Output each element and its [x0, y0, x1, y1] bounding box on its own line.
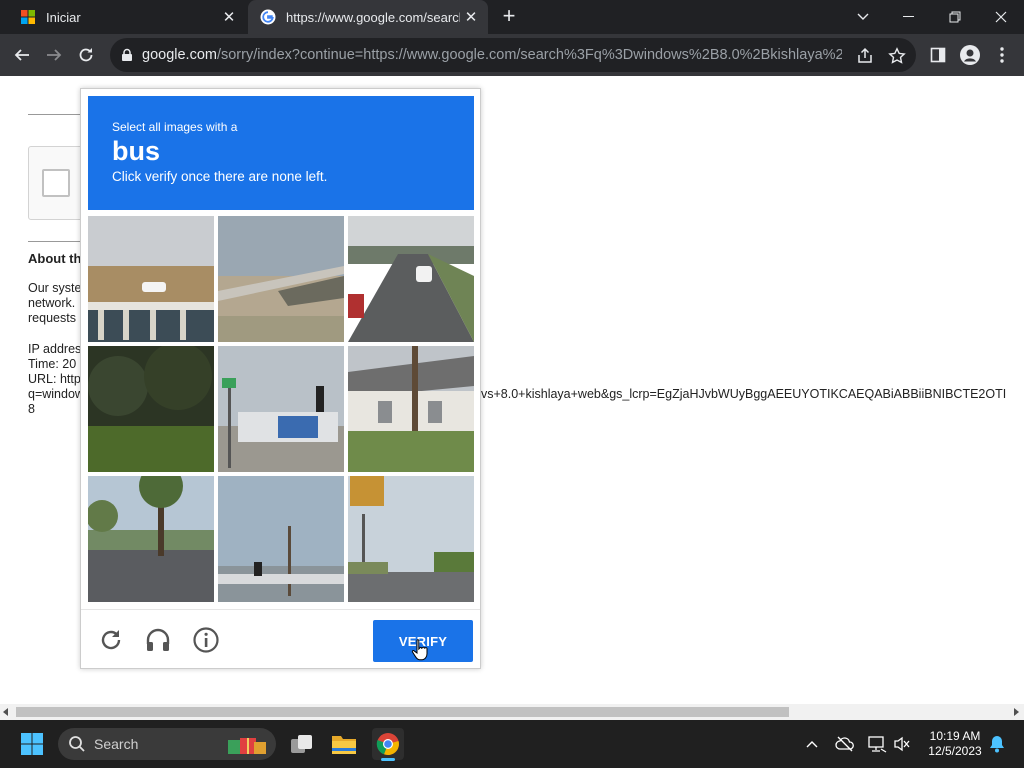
search-label: Search	[94, 736, 139, 752]
minimize-icon[interactable]	[886, 0, 932, 34]
recaptcha-widget[interactable]	[28, 146, 88, 220]
audio-headphones-icon[interactable]	[144, 626, 172, 654]
scroll-right-icon[interactable]	[1014, 708, 1019, 716]
task-view-icon[interactable]	[286, 728, 318, 760]
windows-icon	[21, 10, 35, 24]
system-clock[interactable]: 10:19 AM 12/5/2023	[918, 729, 992, 759]
tab-title: https://www.google.com/search	[286, 9, 460, 25]
image-tile-4[interactable]	[88, 346, 214, 472]
clock-time: 10:19 AM	[929, 729, 981, 743]
challenge-target: bus	[112, 136, 161, 166]
lock-icon[interactable]	[120, 48, 134, 62]
start-windows-icon[interactable]	[16, 728, 48, 760]
gift-icon	[228, 738, 266, 754]
image-tile-3[interactable]	[348, 216, 474, 342]
side-panel-icon[interactable]	[924, 41, 952, 69]
active-app-indicator	[381, 758, 395, 761]
challenge-footer: VERIFY	[81, 609, 480, 669]
volume-muted-icon[interactable]	[890, 728, 914, 760]
image-tile-9[interactable]	[348, 476, 474, 602]
restore-icon[interactable]	[932, 0, 978, 34]
url-text[interactable]: google.com/sorry/index?continue=https://…	[142, 47, 842, 63]
back-icon[interactable]	[8, 41, 36, 69]
windows-taskbar: Search 10:19 AM 12/5/2023	[0, 720, 1024, 768]
tab-google-search[interactable]: https://www.google.com/search ✕	[248, 0, 488, 34]
file-explorer-icon[interactable]	[328, 728, 360, 760]
close-window-icon[interactable]	[978, 0, 1024, 34]
network-icon[interactable]	[864, 728, 890, 760]
chrome-taskbar-icon[interactable]	[372, 728, 404, 761]
search-icon	[69, 736, 85, 752]
forward-icon[interactable]	[40, 41, 68, 69]
url-overflow-text: vs+8.0+kishlaya+web&gs_lcrp=EgZjaHJvbWUy…	[481, 387, 1007, 401]
image-tile-5[interactable]	[218, 346, 344, 472]
profile-icon[interactable]	[956, 41, 984, 69]
divider	[28, 114, 88, 115]
menu-kebab-icon[interactable]	[988, 41, 1016, 69]
recaptcha-challenge: Select all images with a bus Click verif…	[80, 88, 481, 669]
divider	[28, 241, 88, 242]
tab-search-icon[interactable]	[840, 0, 886, 34]
share-icon[interactable]	[856, 47, 874, 65]
bookmark-star-icon[interactable]	[888, 47, 906, 65]
tab-close-icon[interactable]: ✕	[218, 8, 240, 26]
onedrive-offline-icon[interactable]	[832, 728, 858, 760]
browser-toolbar: google.com/sorry/index?continue=https://…	[0, 34, 1024, 76]
paragraph-line: Our syste	[28, 281, 82, 295]
challenge-hint: Click verify once there are none left.	[112, 169, 328, 184]
recaptcha-checkbox[interactable]	[42, 169, 70, 197]
challenge-instruction: Select all images with a	[112, 120, 238, 134]
paragraph-line: requests	[28, 311, 76, 325]
about-heading: About th	[28, 251, 82, 266]
notification-bell-icon[interactable]	[986, 728, 1008, 760]
image-tile-7[interactable]	[88, 476, 214, 602]
chevron-up-icon[interactable]	[800, 728, 824, 760]
url-line: 8	[28, 402, 35, 416]
time-line: Time: 20	[28, 357, 77, 371]
info-icon[interactable]	[192, 626, 220, 654]
taskbar-search[interactable]: Search	[58, 728, 276, 760]
image-tile-2[interactable]	[218, 216, 344, 342]
scroll-left-icon[interactable]	[3, 708, 8, 716]
image-tile-6[interactable]	[348, 346, 474, 472]
paragraph-line: network.	[28, 296, 76, 310]
address-bar[interactable]: google.com/sorry/index?continue=https://…	[110, 38, 916, 72]
tab-close-icon[interactable]: ✕	[460, 8, 482, 26]
reload-icon[interactable]	[97, 626, 125, 654]
image-tile-8[interactable]	[218, 476, 344, 602]
image-tile-1[interactable]	[88, 216, 214, 342]
horizontal-scrollbar[interactable]	[0, 704, 1024, 720]
challenge-header: Select all images with a bus Click verif…	[88, 96, 474, 210]
tab-iniciar[interactable]: Iniciar ✕	[8, 0, 246, 34]
url-line: URL: http	[28, 372, 81, 386]
reload-page-icon[interactable]	[72, 41, 100, 69]
google-icon	[260, 9, 276, 25]
clock-date: 12/5/2023	[928, 744, 982, 758]
hand-cursor-icon	[411, 639, 428, 661]
tab-title: Iniciar	[46, 9, 81, 25]
new-tab-icon[interactable]: +	[498, 5, 520, 29]
browser-tab-strip: Iniciar ✕ https://www.google.com/search …	[0, 0, 1024, 34]
url-line: q=window	[28, 387, 84, 401]
ip-address-line: IP addres	[28, 342, 82, 356]
scrollbar-thumb[interactable]	[16, 707, 789, 717]
